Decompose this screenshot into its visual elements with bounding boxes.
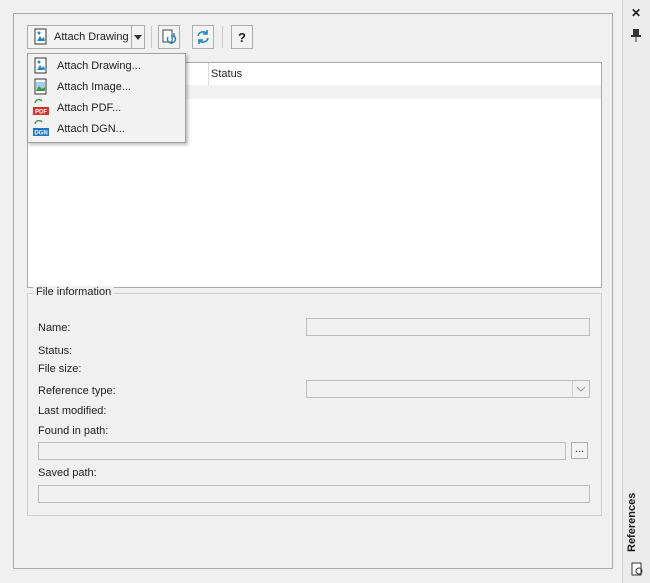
toolbar-separator [222, 26, 223, 48]
attach-menu: Attach Drawing... Attach Image... PDF At… [27, 53, 186, 143]
pin-icon[interactable] [630, 28, 642, 42]
status-label: Status: [38, 345, 73, 357]
file-information-group: File information Name: Status: File size… [27, 286, 602, 516]
chevron-down-icon [134, 34, 142, 40]
name-label: Name: [38, 322, 71, 334]
drawing-icon [34, 28, 47, 45]
dgn-icon: DGN [33, 120, 49, 137]
reload-button[interactable] [192, 25, 214, 49]
menu-item-attach-drawing[interactable]: Attach Drawing... [30, 56, 183, 76]
column-header-status[interactable]: Status [208, 63, 242, 85]
references-icon [631, 562, 643, 576]
menu-item-label: Attach Image... [57, 81, 131, 93]
reload-icon [197, 30, 209, 44]
pdf-icon: PDF [33, 99, 49, 116]
refresh-icon [162, 29, 177, 44]
file-information-legend: File information [33, 286, 115, 298]
found-in-path-field[interactable] [38, 442, 566, 460]
last-modified-label: Last modified: [38, 405, 107, 417]
toolbar-separator [151, 26, 152, 48]
refresh-button[interactable] [158, 25, 180, 49]
image-icon [34, 78, 47, 95]
attach-drawing-label: Attach Drawing [54, 31, 129, 43]
reference-type-label: Reference type: [38, 385, 116, 397]
saved-path-label: Saved path: [38, 467, 97, 479]
close-icon[interactable]: ✕ [631, 6, 641, 20]
chevron-down-icon [577, 386, 585, 392]
menu-item-attach-dgn[interactable]: DGN Attach DGN... [30, 119, 183, 139]
reference-type-dropdown[interactable] [572, 381, 589, 397]
attach-dropdown-arrow[interactable] [131, 25, 145, 49]
attach-drawing-button[interactable]: Attach Drawing [27, 25, 131, 49]
saved-path-field[interactable] [38, 485, 590, 503]
menu-item-attach-image[interactable]: Attach Image... [30, 77, 183, 97]
found-in-path-label: Found in path: [38, 425, 109, 437]
dgn-badge: DGN [34, 131, 47, 137]
browse-button[interactable]: ... [571, 442, 588, 459]
pdf-badge: PDF [35, 110, 47, 116]
help-button[interactable]: ? [231, 25, 253, 49]
menu-item-label: Attach DGN... [57, 123, 125, 135]
name-field[interactable] [306, 318, 590, 336]
references-title: References [626, 492, 638, 552]
dock-sidebar: ✕ References [622, 0, 650, 583]
reference-type-select[interactable] [306, 380, 590, 398]
drawing-icon [34, 57, 47, 74]
file-size-label: File size: [38, 363, 82, 375]
menu-item-label: Attach PDF... [57, 102, 122, 114]
menu-item-label: Attach Drawing... [57, 60, 141, 72]
menu-item-attach-pdf[interactable]: PDF Attach PDF... [30, 98, 183, 118]
